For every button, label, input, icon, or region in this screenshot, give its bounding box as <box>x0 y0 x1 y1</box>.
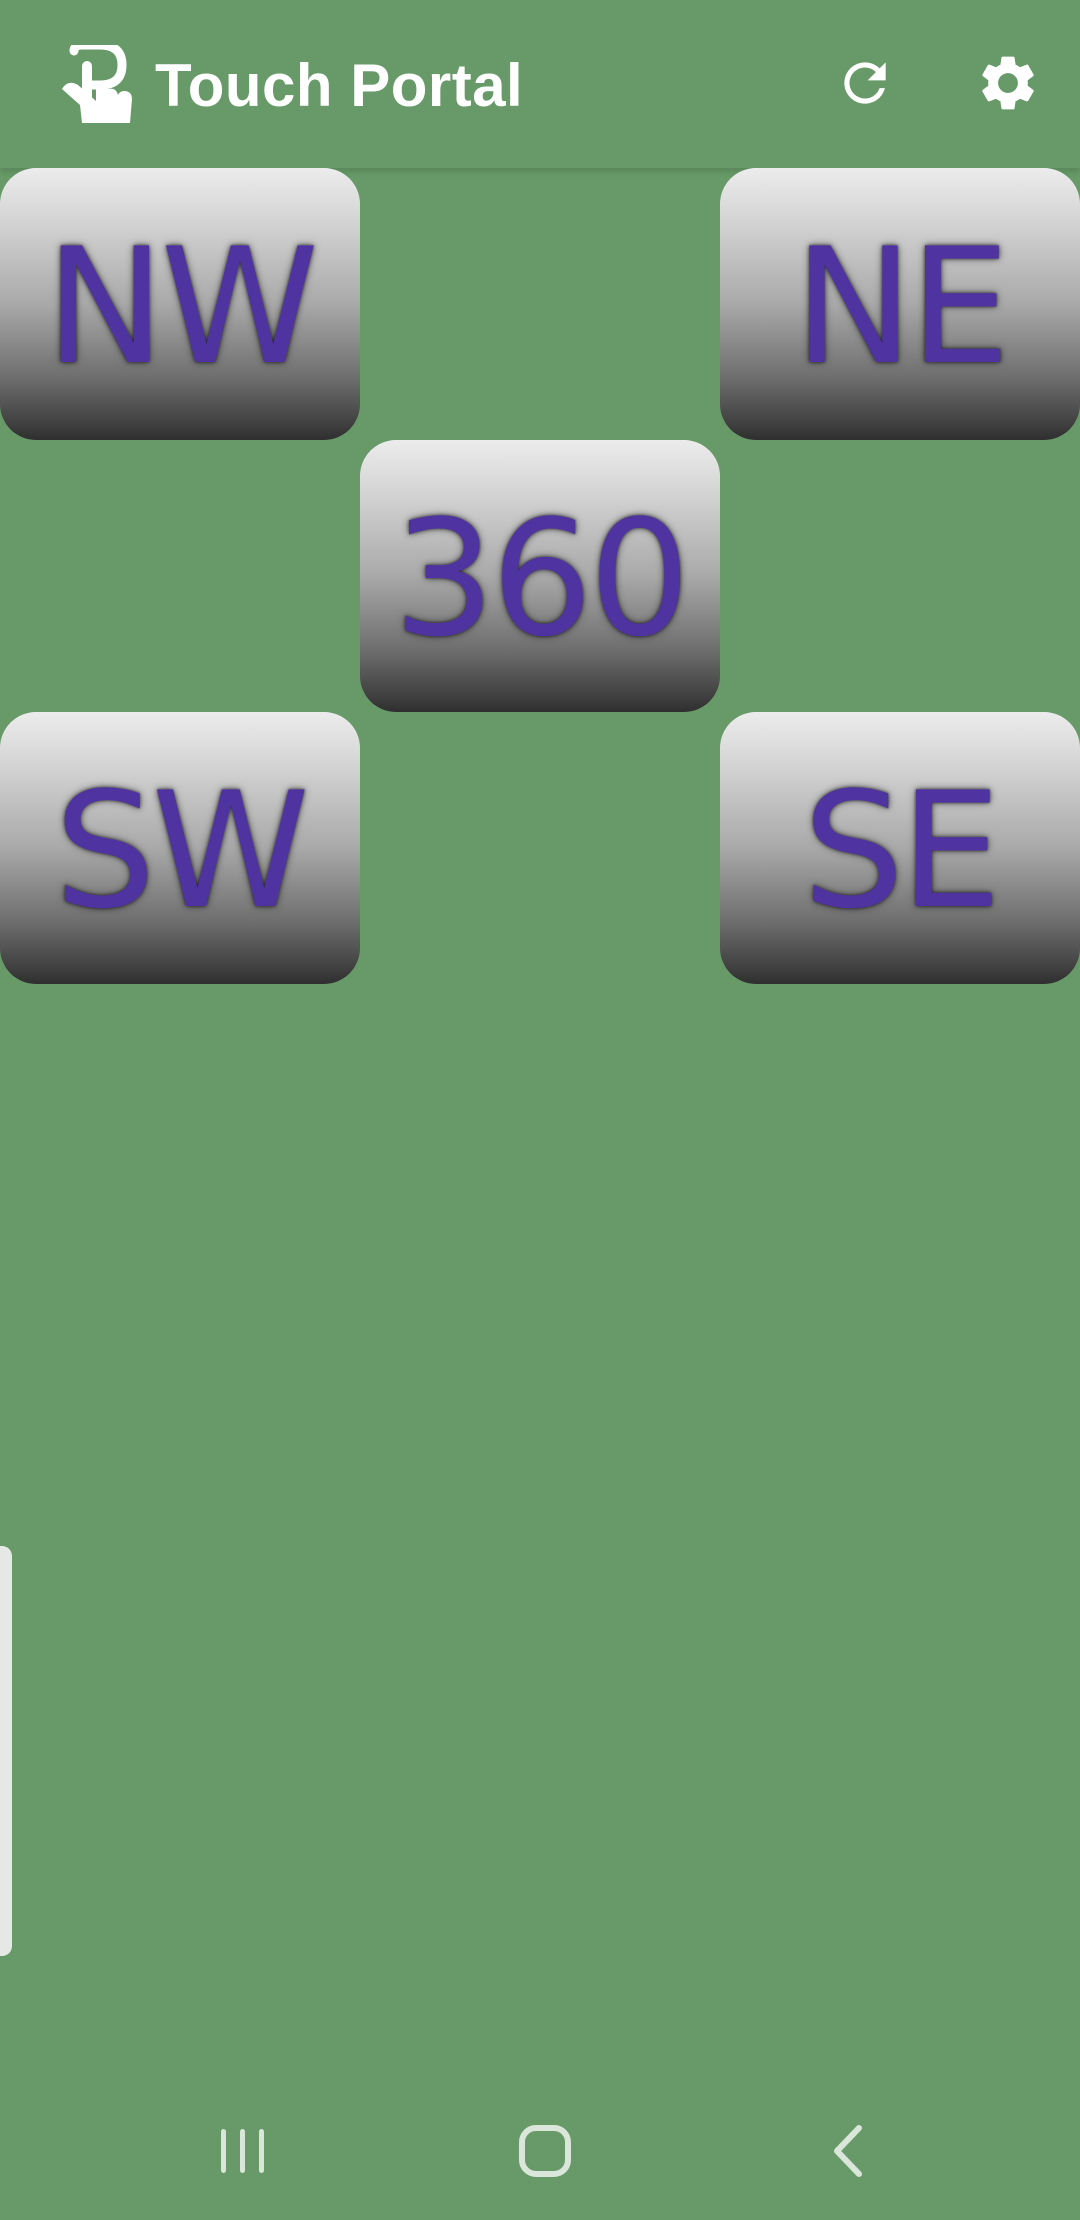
recent-apps-button[interactable] <box>198 2115 288 2187</box>
refresh-icon <box>844 62 886 104</box>
edge-panel-handle[interactable] <box>0 1546 12 1956</box>
back-button[interactable] <box>802 2115 892 2187</box>
home-icon <box>519 2125 571 2177</box>
settings-button[interactable] <box>968 43 1048 123</box>
tile-label: NW <box>45 213 319 400</box>
back-icon <box>834 2125 862 2177</box>
tile-nw-button[interactable]: NW <box>0 168 360 440</box>
tile-label: SW <box>54 757 310 944</box>
tile-se-button[interactable]: SE <box>720 712 1080 984</box>
tile-label: 360 <box>393 485 690 672</box>
system-navigation-bar <box>0 2080 1080 2220</box>
gear-icon <box>982 56 1034 110</box>
tile-360-button[interactable]: 360 <box>360 440 720 712</box>
tile-ne-button[interactable]: NE <box>720 168 1080 440</box>
tile-label: SE <box>802 757 1002 944</box>
recent-apps-icon <box>221 2129 264 2173</box>
touch-portal-logo-icon <box>62 45 132 123</box>
home-button[interactable] <box>500 2115 590 2187</box>
refresh-button[interactable] <box>825 43 905 123</box>
tile-label: NE <box>793 213 1011 400</box>
app-bar: Touch Portal <box>0 0 1080 168</box>
app-title: Touch Portal <box>155 52 524 119</box>
tile-sw-button[interactable]: SW <box>0 712 360 984</box>
